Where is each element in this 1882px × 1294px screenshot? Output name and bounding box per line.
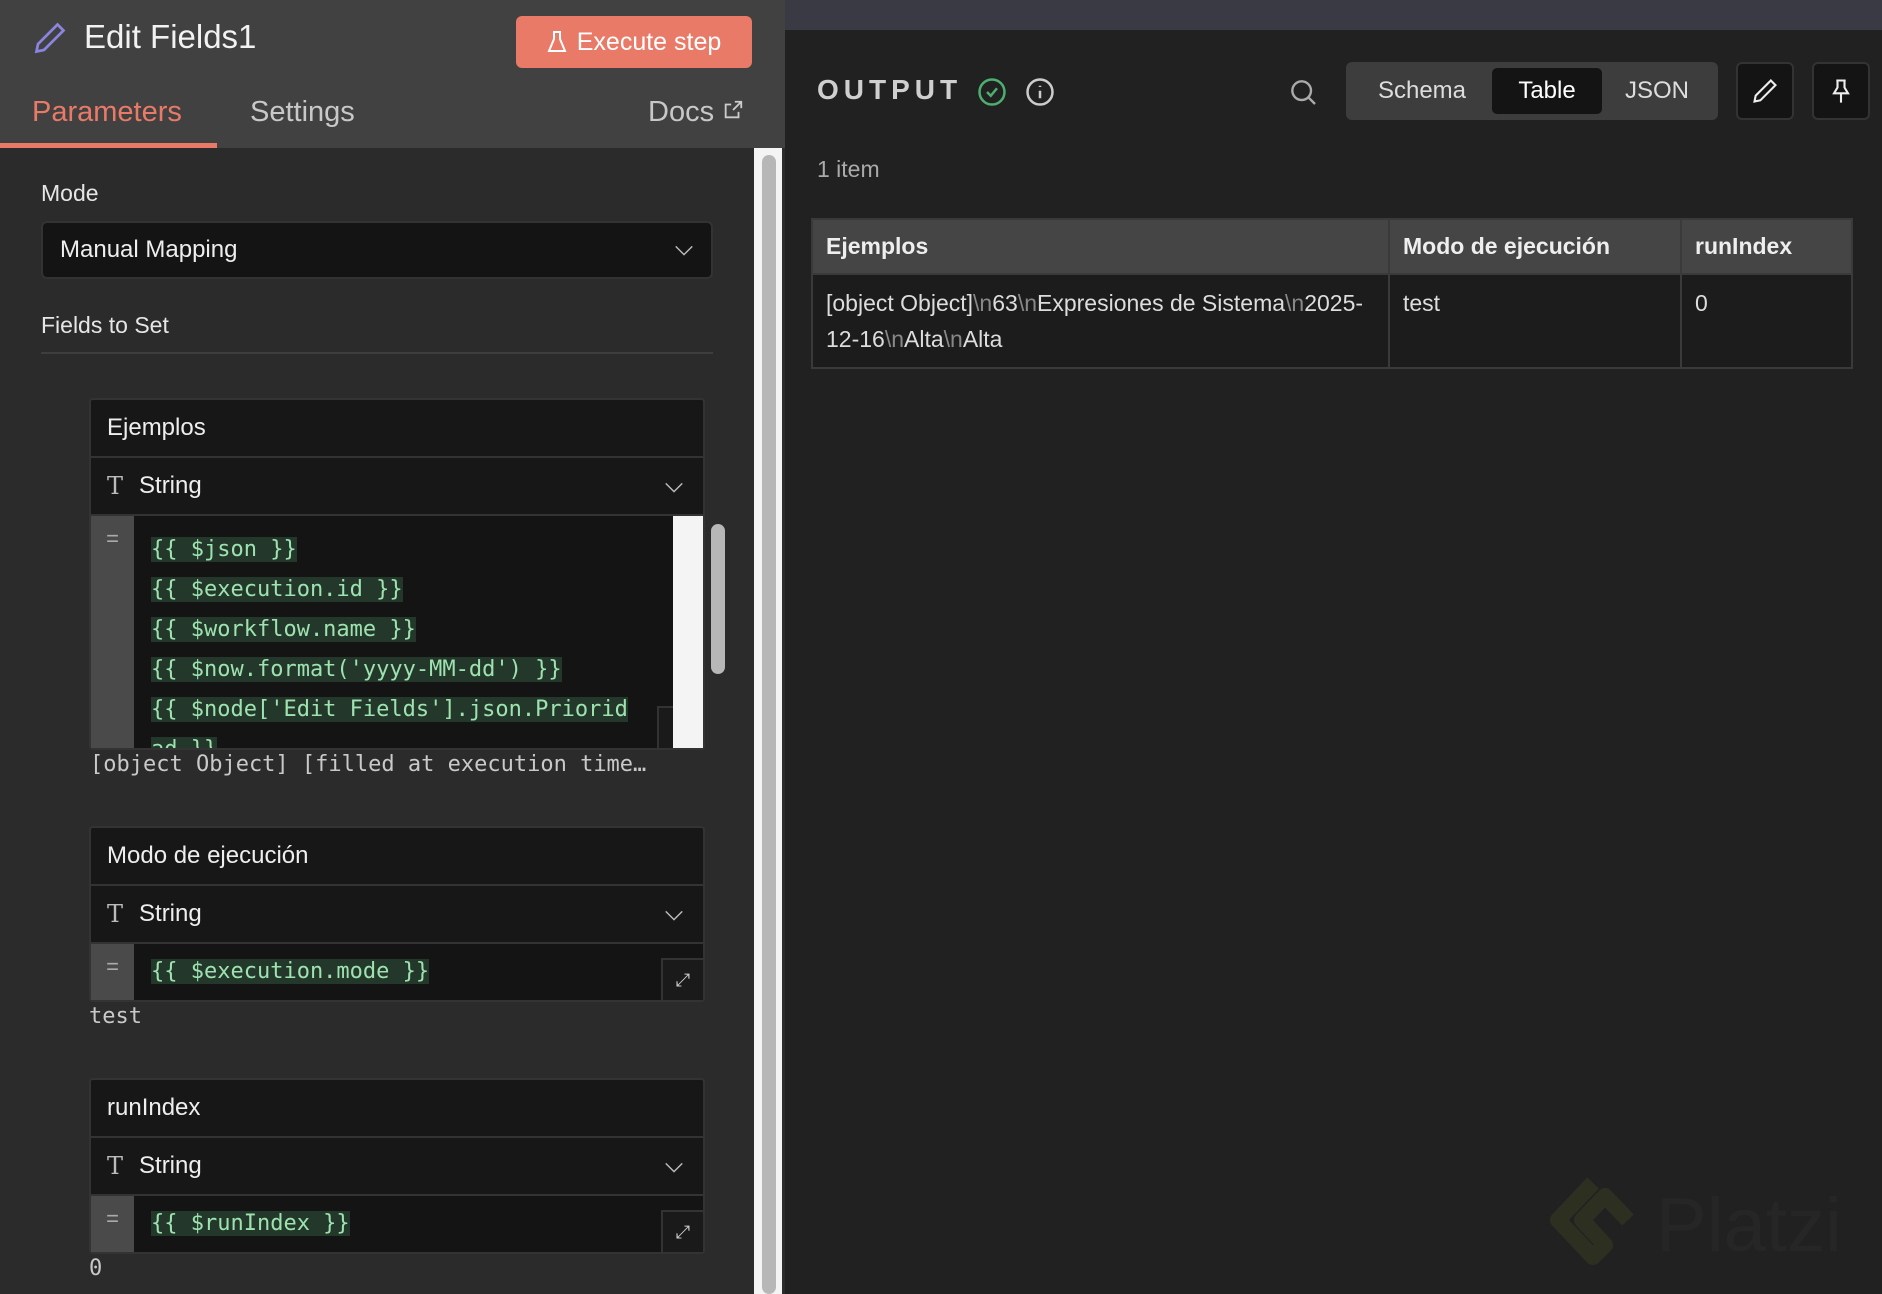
expression-editor[interactable]: = {{ $runIndex }} ⤢ <box>91 1196 703 1252</box>
output-table: Ejemplos Modo de ejecución runIndex [obj… <box>811 218 1853 369</box>
cell-modo[interactable]: test <box>1388 273 1682 369</box>
field-type: String <box>139 900 202 927</box>
scrollbar-thumb[interactable] <box>762 155 776 1294</box>
field-type-select[interactable]: T String <box>91 886 703 944</box>
canvas-strip <box>785 0 1882 30</box>
field-type: String <box>139 1152 202 1179</box>
mode-value: Manual Mapping <box>60 236 238 263</box>
execute-step-button[interactable]: Execute step <box>516 16 752 68</box>
info-icon[interactable] <box>1025 77 1055 107</box>
field-name: Ejemplos <box>107 414 206 441</box>
success-check-icon <box>978 78 1006 106</box>
chevron-down-icon <box>665 910 683 921</box>
execute-step-label: Execute step <box>576 27 722 56</box>
fields-to-set-label: Fields to Set <box>41 312 169 338</box>
expression-editor[interactable]: = {{ $execution.mode }} ⤢ <box>91 944 703 1000</box>
field-name: Modo de ejecución <box>107 842 309 869</box>
pin-icon <box>1832 79 1850 103</box>
watermark-text: Platzi <box>1656 1182 1842 1268</box>
external-link-icon <box>724 100 743 119</box>
pin-data-button[interactable] <box>1812 62 1870 120</box>
expression-code[interactable]: {{ $json }} {{ $execution.id }} {{ $work… <box>151 530 628 748</box>
output-title: OUTPUT <box>817 74 963 105</box>
cell-runindex[interactable]: 0 <box>1680 273 1853 369</box>
expression-code[interactable]: {{ $runIndex }} <box>151 1204 350 1244</box>
table-header-row: Ejemplos Modo de ejecución runIndex <box>811 218 1853 275</box>
view-switcher: Schema Table JSON <box>1346 62 1718 120</box>
field-type-select[interactable]: T String <box>91 1138 703 1196</box>
field-type: String <box>139 472 202 499</box>
field-card-ejemplos: Ejemplos T String = {{ $json }} {{ $execu… <box>89 398 725 750</box>
field-result-preview: test <box>89 1004 142 1029</box>
field-result-preview: [object Object] [filled at execution tim… <box>90 752 647 777</box>
mode-label: Mode <box>41 180 99 206</box>
drag-handle-icon[interactable]: = <box>91 516 134 748</box>
view-json[interactable]: JSON <box>1604 68 1710 114</box>
pencil-icon <box>1753 79 1777 103</box>
field-name-input[interactable]: Modo de ejecución <box>91 828 703 886</box>
field-card-runindex: runIndex T String = {{ $runIndex }} ⤢ <box>89 1078 705 1254</box>
view-table[interactable]: Table <box>1492 68 1602 114</box>
platzi-logo-icon <box>1550 1177 1634 1265</box>
view-schema[interactable]: Schema <box>1354 68 1490 114</box>
tab-parameters[interactable]: Parameters <box>32 96 182 129</box>
expand-editor-icon[interactable]: ⤢ <box>661 1210 703 1252</box>
pencil-icon <box>34 22 66 54</box>
drag-handle-icon[interactable]: = <box>91 944 134 1000</box>
editor-scroll-thumb[interactable] <box>711 524 725 674</box>
docs-label: Docs <box>648 96 715 128</box>
expression-code[interactable]: {{ $execution.mode }} <box>151 952 430 992</box>
divider <box>41 352 713 354</box>
edit-output-button[interactable] <box>1736 62 1794 120</box>
field-result-preview: 0 <box>89 1256 103 1281</box>
expand-editor-icon[interactable]: ⤢ <box>657 706 673 748</box>
column-header[interactable]: runIndex <box>1680 218 1853 275</box>
item-count: 1 item <box>817 156 880 182</box>
field-name-input[interactable]: Ejemplos <box>91 400 703 458</box>
table-row: [object Object]\n63\nExpresiones de Sist… <box>811 273 1853 369</box>
tab-settings[interactable]: Settings <box>250 96 355 129</box>
expand-editor-icon[interactable]: ⤢ <box>661 958 703 1000</box>
node-title[interactable]: Edit Fields1 <box>84 18 256 56</box>
field-type-select[interactable]: T String <box>91 458 703 516</box>
text-type-icon: T <box>107 1152 124 1180</box>
field-card-modo: Modo de ejecución T String = {{ $executio… <box>89 826 705 1002</box>
drag-handle-icon[interactable]: = <box>91 1196 134 1252</box>
field-name-input[interactable]: runIndex <box>91 1080 703 1138</box>
chevron-down-icon <box>675 245 693 256</box>
mode-select[interactable]: Manual Mapping <box>41 221 713 279</box>
expression-editor[interactable]: = {{ $json }} {{ $execution.id }} {{ $wo… <box>91 516 703 748</box>
field-name: runIndex <box>107 1094 201 1121</box>
chevron-down-icon <box>665 1162 683 1173</box>
active-tab-underline <box>0 143 217 148</box>
flask-icon <box>547 31 567 52</box>
search-icon[interactable] <box>1287 76 1319 108</box>
text-type-icon: T <box>107 472 124 500</box>
docs-link[interactable]: Docs <box>648 96 744 129</box>
chevron-down-icon <box>665 482 683 493</box>
text-type-icon: T <box>107 900 124 928</box>
column-header[interactable]: Ejemplos <box>811 218 1390 275</box>
cell-ejemplos[interactable]: [object Object]\n63\nExpresiones de Sist… <box>811 273 1390 369</box>
column-header[interactable]: Modo de ejecución <box>1388 218 1682 275</box>
platzi-watermark: Platzi <box>1548 1175 1842 1275</box>
